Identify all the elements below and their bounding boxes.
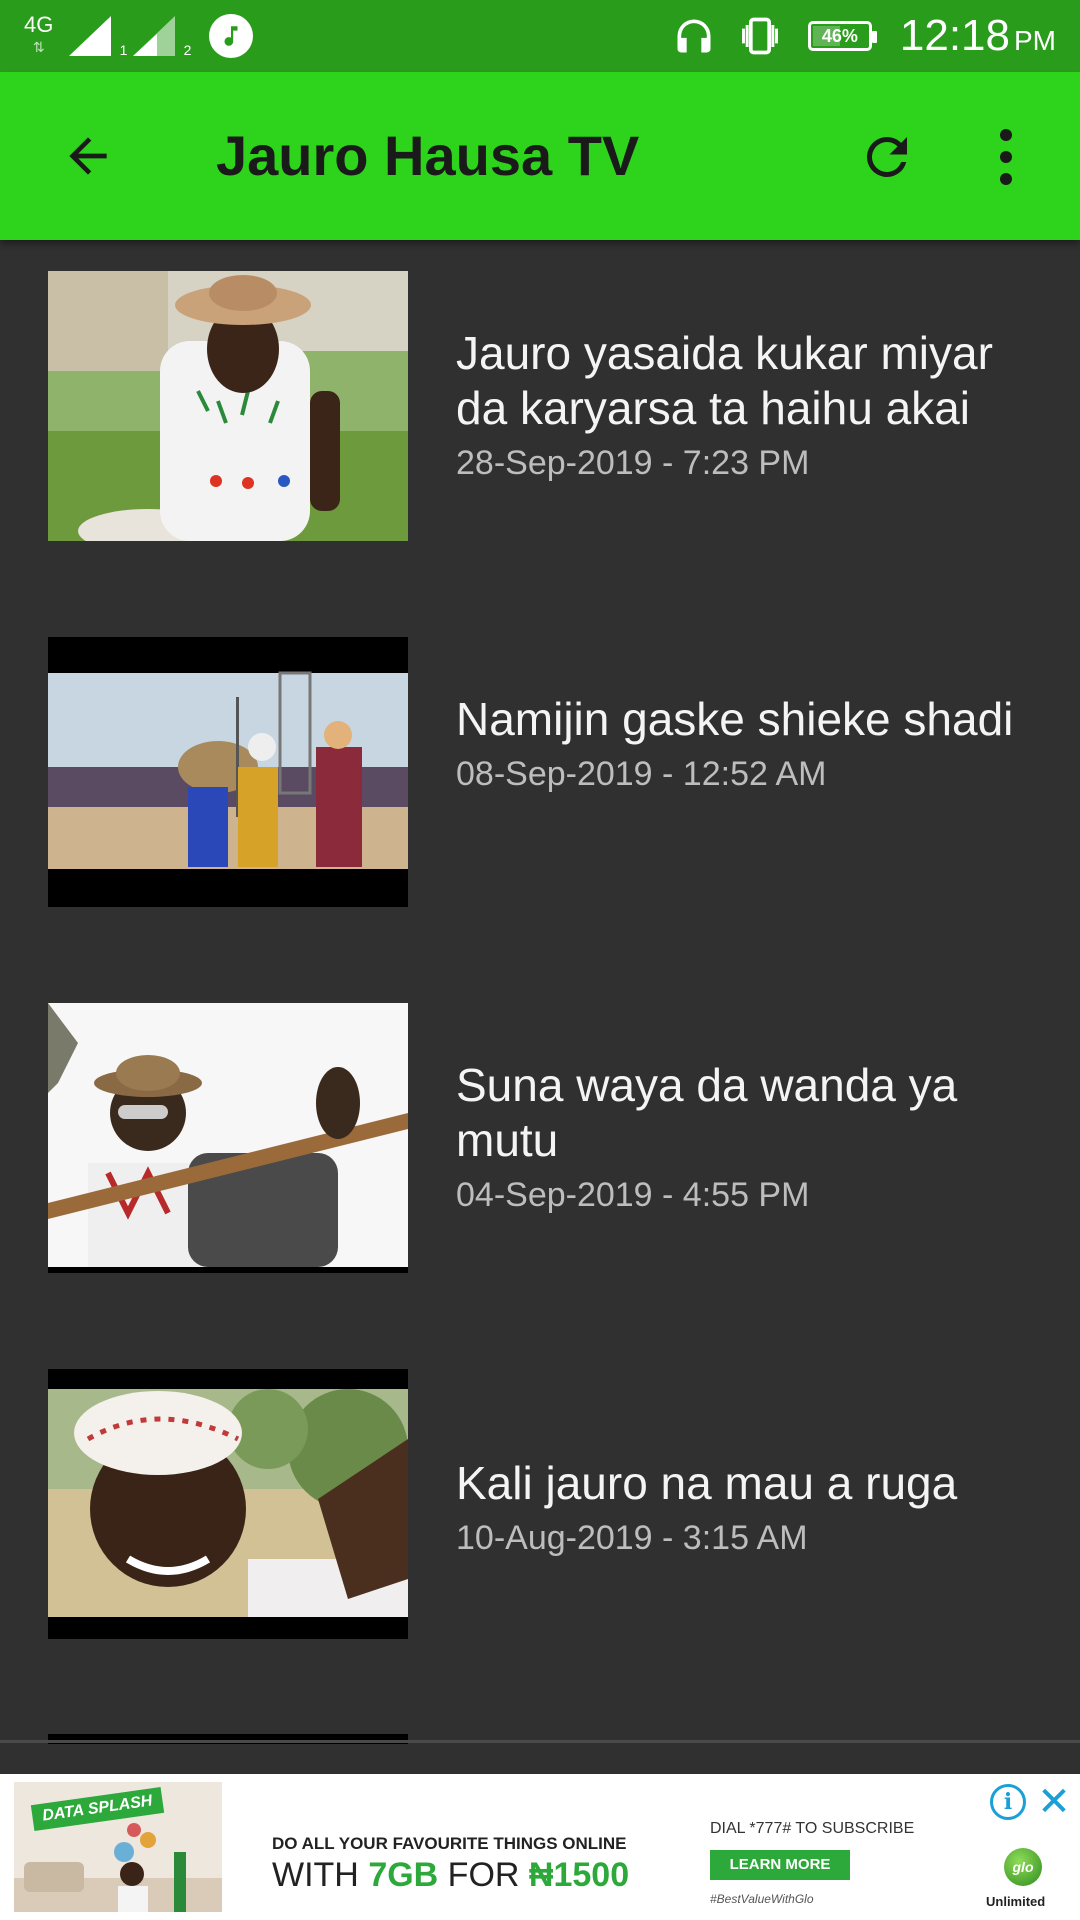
info-icon[interactable]: i	[990, 1784, 1026, 1820]
divider	[0, 1740, 1080, 1743]
video-title: Namijin gaske shieke shadi	[456, 693, 1014, 745]
video-date: 28-Sep-2019 - 7:23 PM	[456, 444, 810, 482]
clock: 12:18 PM	[899, 11, 1056, 60]
status-bar: 4G ⇅ 1 2 46% 12:18 PM	[0, 0, 1080, 72]
list-item[interactable]: Namijin gaske shieke shadi 08-Sep-2019 -…	[0, 606, 1080, 972]
vibrate-icon	[738, 14, 782, 58]
video-title: Suna waya da wanda ya mutu	[456, 1059, 958, 1166]
ad-image[interactable]: DATA SPLASH	[14, 1782, 222, 1912]
video-thumbnail[interactable]	[48, 1003, 408, 1273]
video-thumbnail[interactable]	[48, 271, 408, 541]
video-title: Kali jauro na mau a ruga	[456, 1457, 958, 1509]
video-date: 10-Aug-2019 - 3:15 AM	[456, 1519, 808, 1557]
signal-icon: 2	[131, 14, 191, 58]
close-icon[interactable]: ✕	[1036, 1782, 1072, 1822]
brand-subtitle: Unlimited	[986, 1894, 1046, 1909]
brand-logo: glo	[1004, 1848, 1042, 1886]
more-vert-icon[interactable]	[986, 122, 1026, 192]
back-arrow-icon[interactable]	[54, 122, 122, 190]
ad-offer: WITH 7GB FOR ₦1500	[272, 1856, 630, 1894]
network-type: 4G ⇅	[24, 12, 54, 56]
refresh-icon[interactable]	[852, 122, 922, 192]
list-item[interactable]: Kali jauro na mau a ruga 10-Aug-2019 - 3…	[0, 1338, 1080, 1704]
page-title: Jauro Hausa TV	[216, 124, 640, 187]
video-date: 08-Sep-2019 - 12:52 AM	[456, 755, 827, 793]
list-item[interactable]: Suna waya da wanda ya mutu 04-Sep-2019 -…	[0, 972, 1080, 1338]
video-thumbnail[interactable]	[48, 637, 408, 907]
list-item[interactable]: Jauro yasaida kukar miyar da karyarsa ta…	[0, 240, 1080, 606]
music-icon	[209, 14, 254, 58]
ad-headline: DO ALL YOUR FAVOURITE THINGS ONLINE	[272, 1834, 627, 1853]
video-title: Jauro yasaida kukar miyar da karyarsa ta…	[456, 327, 993, 434]
video-list: Jauro yasaida kukar miyar da karyarsa ta…	[0, 240, 1080, 1744]
learn-more-button[interactable]: LEARN MORE	[710, 1850, 850, 1880]
ad-dial-text: DIAL *777# TO SUBSCRIBE	[710, 1820, 915, 1837]
ad-hashtag: #BestValueWithGlo	[710, 1892, 814, 1906]
video-date: 04-Sep-2019 - 4:55 PM	[456, 1176, 810, 1214]
signal-icon: 1	[67, 14, 127, 58]
app-toolbar: Jauro Hausa TV	[0, 72, 1080, 240]
ad-banner[interactable]: DATA SPLASH DO ALL YOUR FAVOURITE THINGS…	[0, 1774, 1080, 1920]
battery-icon: 46%	[807, 21, 877, 51]
headphones-icon	[672, 14, 716, 58]
video-thumbnail[interactable]	[48, 1369, 408, 1639]
